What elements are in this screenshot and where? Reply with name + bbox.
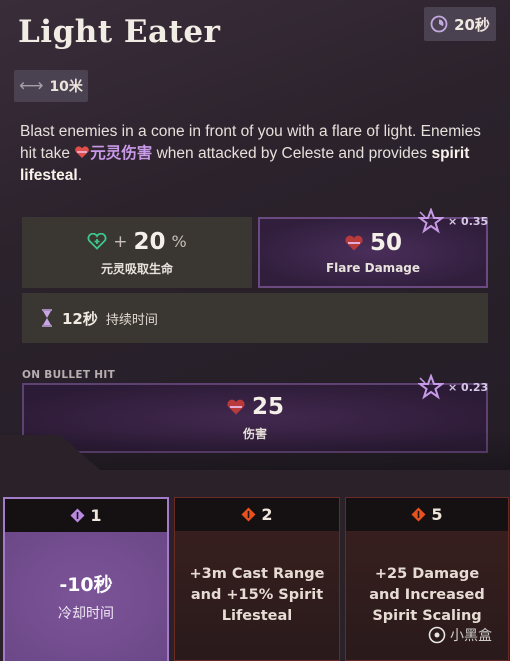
upgrade-tier-1-header: 1 bbox=[5, 499, 167, 532]
lifesteal-value: 20 bbox=[133, 228, 166, 255]
flare-damage-value: 50 bbox=[369, 230, 402, 256]
ability-title: Light Eater bbox=[18, 14, 221, 50]
spirit-heart-icon bbox=[75, 146, 90, 158]
orange-diamond-icon bbox=[241, 507, 256, 522]
upgrade-tier-2[interactable]: 2 +3m Cast Range and +15% Spirit Lifeste… bbox=[174, 497, 340, 661]
description-text: . bbox=[77, 167, 83, 184]
cooldown-chip: 20秒 bbox=[424, 7, 496, 41]
flare-scale-value: × 0.35 bbox=[448, 214, 489, 228]
duration-value: 12秒 bbox=[62, 309, 98, 328]
flare-scale-badge: × 0.35 bbox=[418, 208, 488, 234]
hourglass-icon bbox=[42, 309, 52, 327]
ability-panel: Light Eater 20秒 ⟷ 10米 Blast enemies in a… bbox=[0, 0, 510, 470]
range-value: 10米 bbox=[49, 79, 83, 95]
spirit-damage-term: 元灵伤害 bbox=[90, 145, 153, 162]
flare-damage-label: Flare Damage bbox=[325, 261, 421, 275]
upgrade-tier-1-value: -10秒 bbox=[59, 574, 113, 596]
orange-diamond-icon bbox=[411, 507, 426, 522]
range-chip: ⟷ 10米 bbox=[14, 70, 88, 102]
bullet-hit-label: 伤害 bbox=[242, 427, 267, 441]
spirit-diamond-icon bbox=[70, 508, 85, 523]
duration-stat: 12秒 持续时间 bbox=[22, 293, 488, 343]
upgrade-tier-1-cost: 1 bbox=[90, 506, 102, 525]
bullet-hit-heading: ON BULLET HIT bbox=[22, 369, 116, 381]
spirit-damage-heart-icon bbox=[227, 399, 245, 414]
cooldown-clock-icon bbox=[430, 15, 448, 33]
upgrade-tier-2-cost: 2 bbox=[261, 505, 273, 524]
bullet-scale-value: × 0.23 bbox=[448, 380, 489, 394]
lifesteal-heart-icon bbox=[87, 233, 107, 250]
spirit-star-icon bbox=[418, 374, 444, 400]
lifesteal-unit: % bbox=[171, 232, 187, 251]
description-text: when attacked by Celeste and provides bbox=[152, 145, 432, 162]
spirit-star-icon bbox=[418, 208, 444, 234]
duration-label: 持续时间 bbox=[105, 312, 158, 328]
ability-description: Blast enemies in a cone in front of you … bbox=[20, 121, 490, 187]
watermark: 小黑盒 bbox=[428, 625, 492, 645]
upgrade-tier-2-text: +3m Cast Range and +15% Spirit Lifesteal bbox=[189, 566, 325, 624]
upgrade-tier-3-header: 5 bbox=[346, 498, 508, 531]
upgrade-tier-1[interactable]: 1 -10秒 冷却时间 bbox=[3, 497, 169, 661]
range-arrows-icon: ⟷ bbox=[19, 76, 44, 96]
upgrade-tier-1-label: 冷却时间 bbox=[58, 606, 114, 622]
cooldown-value: 20秒 bbox=[454, 15, 490, 34]
lifesteal-stat: + 20 % 元灵吸取生命 bbox=[22, 217, 252, 288]
spirit-damage-heart-icon bbox=[345, 235, 363, 250]
upgrade-tier-3-cost: 5 bbox=[431, 505, 443, 524]
lifesteal-label: 元灵吸取生命 bbox=[100, 261, 173, 276]
bullet-hit-value: 25 bbox=[251, 394, 284, 420]
xiaoheihe-logo-icon bbox=[428, 626, 446, 644]
watermark-text: 小黑盒 bbox=[450, 628, 492, 644]
lifesteal-plus: + bbox=[113, 231, 128, 252]
bullet-scale-badge: × 0.23 bbox=[418, 374, 488, 400]
upgrade-tier-2-header: 2 bbox=[175, 498, 339, 531]
upgrade-tier-3-text: +25 Damage and Increased Spirit Scaling bbox=[369, 566, 485, 624]
